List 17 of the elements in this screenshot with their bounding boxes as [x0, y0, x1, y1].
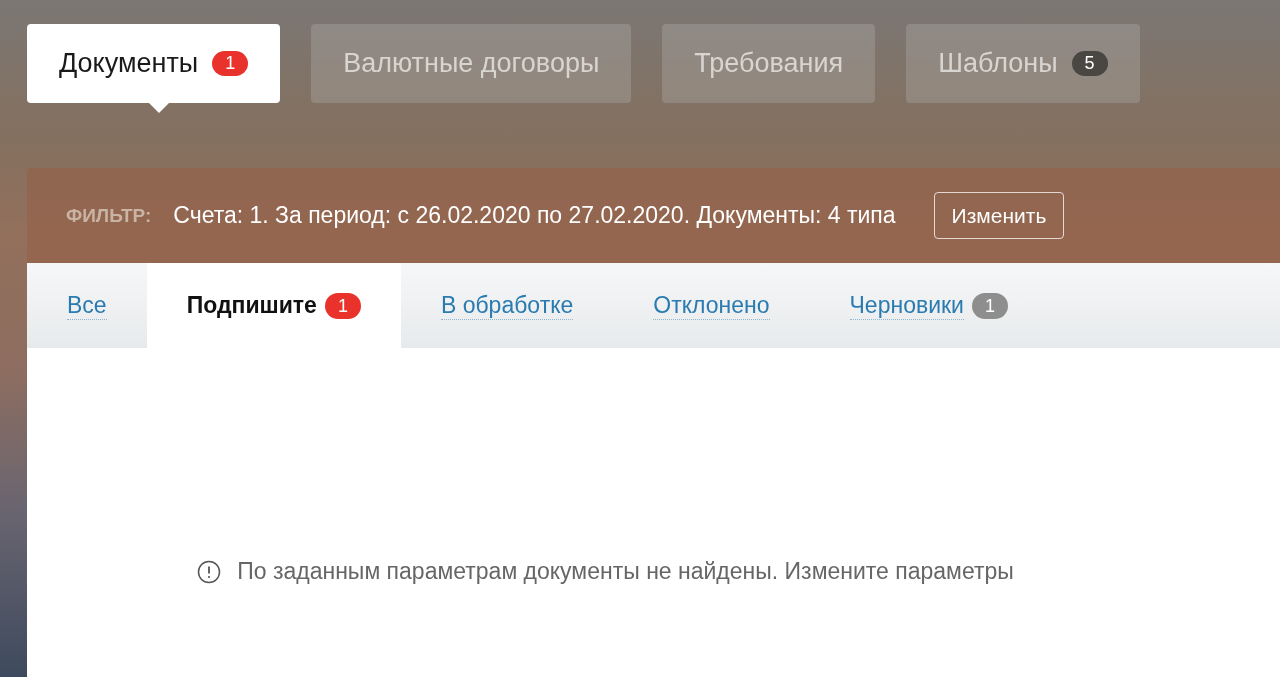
count-badge: 1 — [971, 292, 1008, 319]
section-tab[interactable]: Шаблоны 5 — [906, 24, 1140, 103]
empty-message: По заданным параметрам документы не найдены. Измените параметры — [237, 558, 1014, 585]
info-icon — [197, 559, 222, 584]
status-tab[interactable]: Черновики 1 — [809, 263, 1048, 348]
status-tab[interactable]: Все — [27, 263, 147, 348]
filter-summary: Счета: 1. За период: с 26.02.2020 по 27.02.2020. Документы: 4 типа — [173, 202, 896, 229]
section-tab[interactable]: Требования — [662, 24, 876, 103]
section-tab[interactable]: Валютные договоры — [311, 24, 632, 103]
change-button[interactable]: Изменить — [933, 192, 1065, 239]
status-tab[interactable]: Отклонено — [613, 263, 810, 348]
count-badge: 1 — [212, 51, 249, 76]
count-badge: 5 — [1071, 51, 1108, 76]
status-tab[interactable]: В обработке — [400, 263, 614, 348]
filter-label: ФИЛЬТР: — [66, 204, 152, 227]
status-tab[interactable]: Подпишите 1 — [146, 263, 401, 348]
count-badge: 1 — [324, 292, 361, 319]
